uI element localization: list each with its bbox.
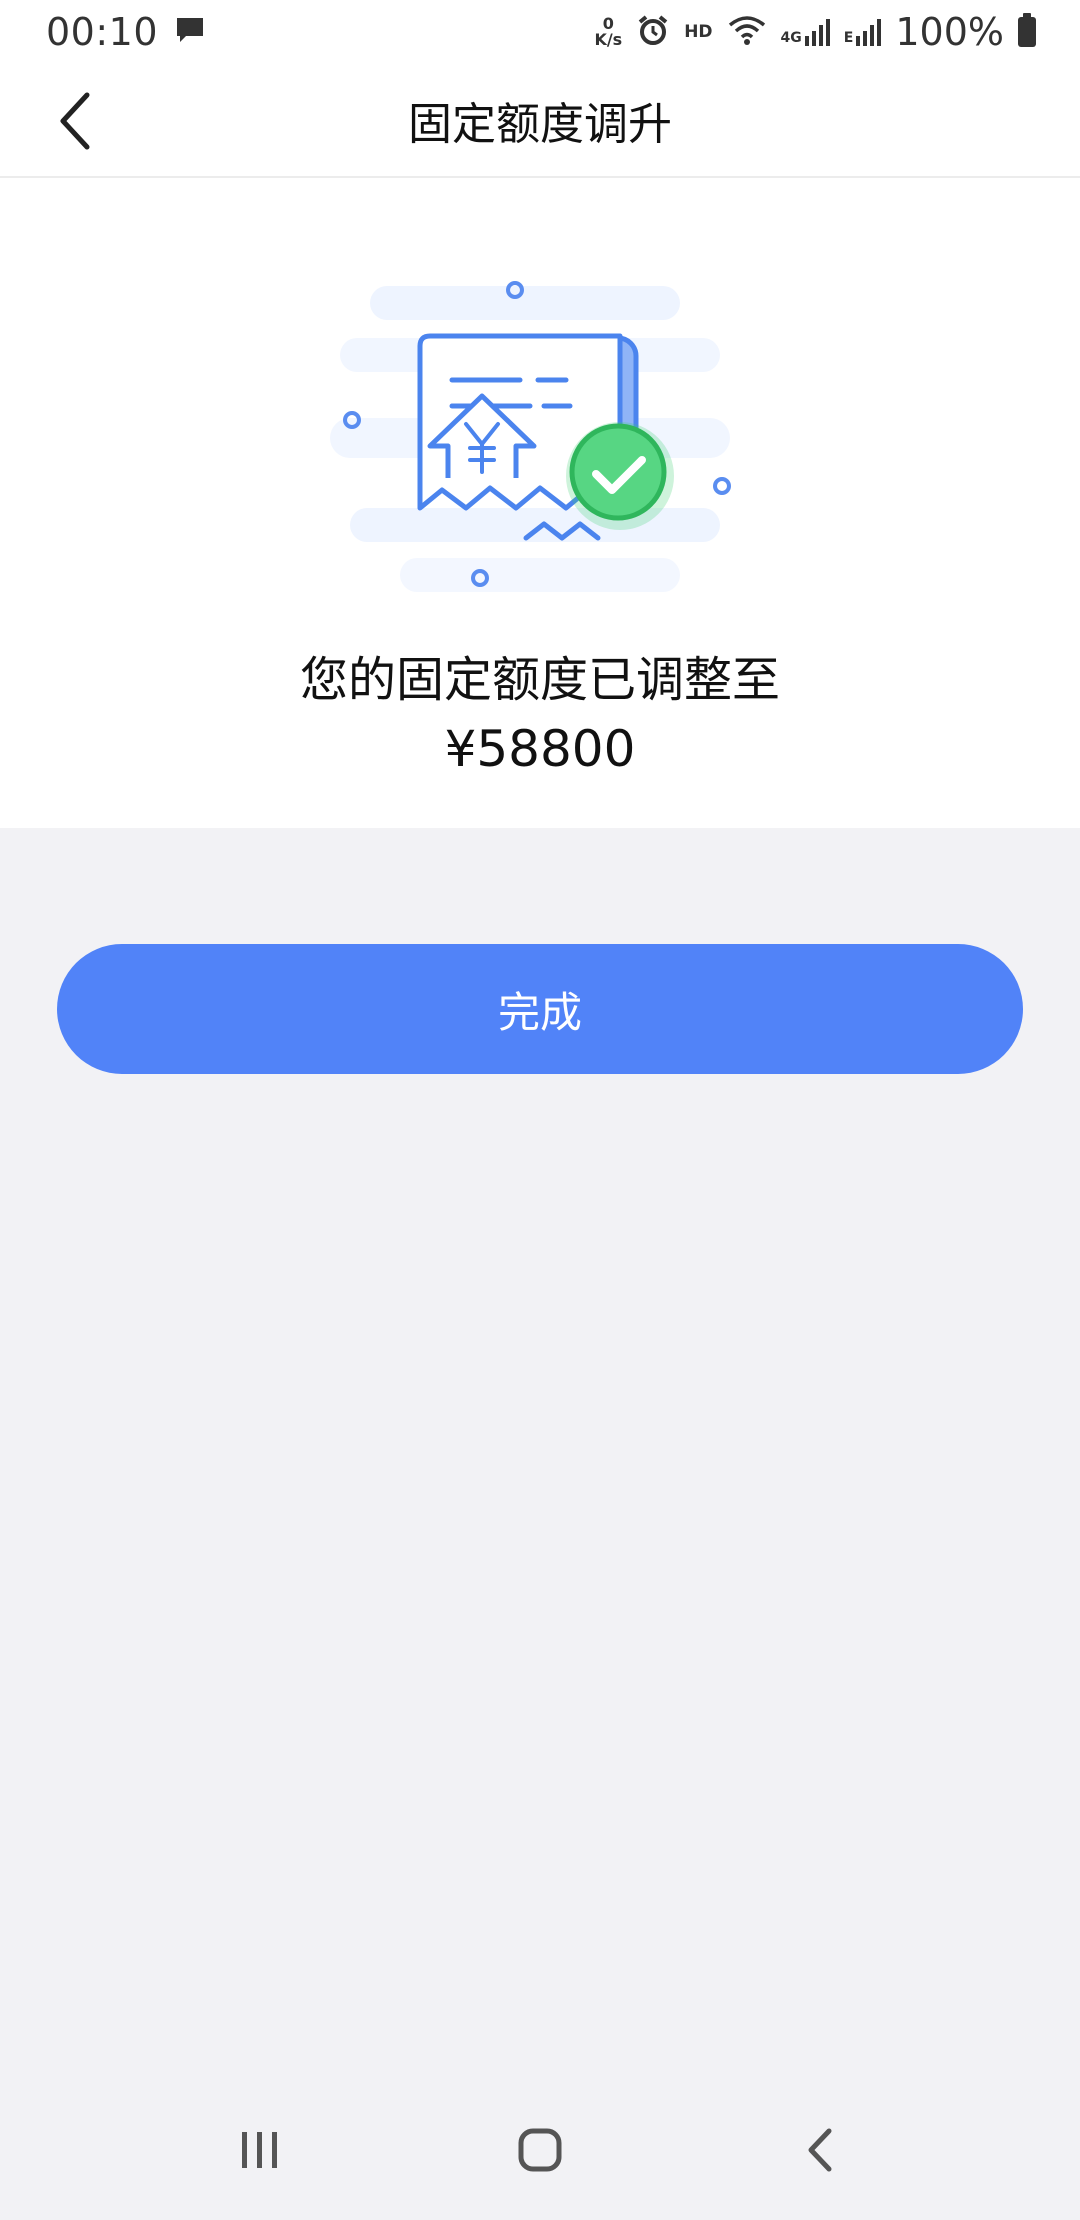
status-bar: 00:10 0 K/s HD 4G E 100% [0, 0, 1080, 64]
signal-e-label: E [843, 30, 854, 46]
recent-apps-button[interactable] [210, 2110, 310, 2190]
nav-back-button[interactable] [770, 2110, 870, 2190]
screen: 00:10 0 K/s HD 4G E 100% 固定额度调升 您的固定额度已调… [0, 0, 1080, 2220]
hd-label: HD [684, 22, 713, 42]
done-button[interactable]: 完成 [57, 944, 1023, 1074]
system-nav-bar [0, 2080, 1080, 2220]
back-button[interactable] [42, 86, 112, 156]
battery-icon [1018, 13, 1036, 47]
chevron-left-icon [60, 92, 90, 150]
result-amount: ¥58800 [444, 720, 636, 778]
result-message: 您的固定额度已调整至 [299, 652, 780, 708]
battery-percent: 100% [895, 10, 1004, 54]
signal-bars-icon [804, 19, 830, 46]
recent-apps-icon [242, 2132, 277, 2168]
home-button[interactable] [490, 2110, 590, 2190]
net-speed-unit: K/s [594, 30, 623, 49]
message-icon [174, 15, 206, 49]
page-title: 固定额度调升 [408, 99, 672, 150]
signal-bars-icon [856, 19, 882, 46]
status-time: 00:10 [46, 10, 159, 54]
net-speed: 0 K/s [594, 16, 622, 48]
alarm-icon [636, 13, 670, 51]
status-left: 00:10 [46, 10, 206, 54]
app-header: 固定额度调升 [0, 64, 1080, 178]
signal-4g-label: 4G [780, 30, 802, 46]
status-right: 0 K/s HD 4G E 100% [594, 10, 1036, 54]
signal-e: E [844, 18, 882, 46]
result-card: 您的固定额度已调整至 ¥58800 [0, 178, 1080, 828]
home-icon [518, 2128, 562, 2172]
signal-4g: 4G [781, 18, 830, 46]
back-icon [808, 2128, 832, 2172]
receipt-success-icon [330, 268, 750, 608]
wifi-icon [727, 14, 767, 50]
